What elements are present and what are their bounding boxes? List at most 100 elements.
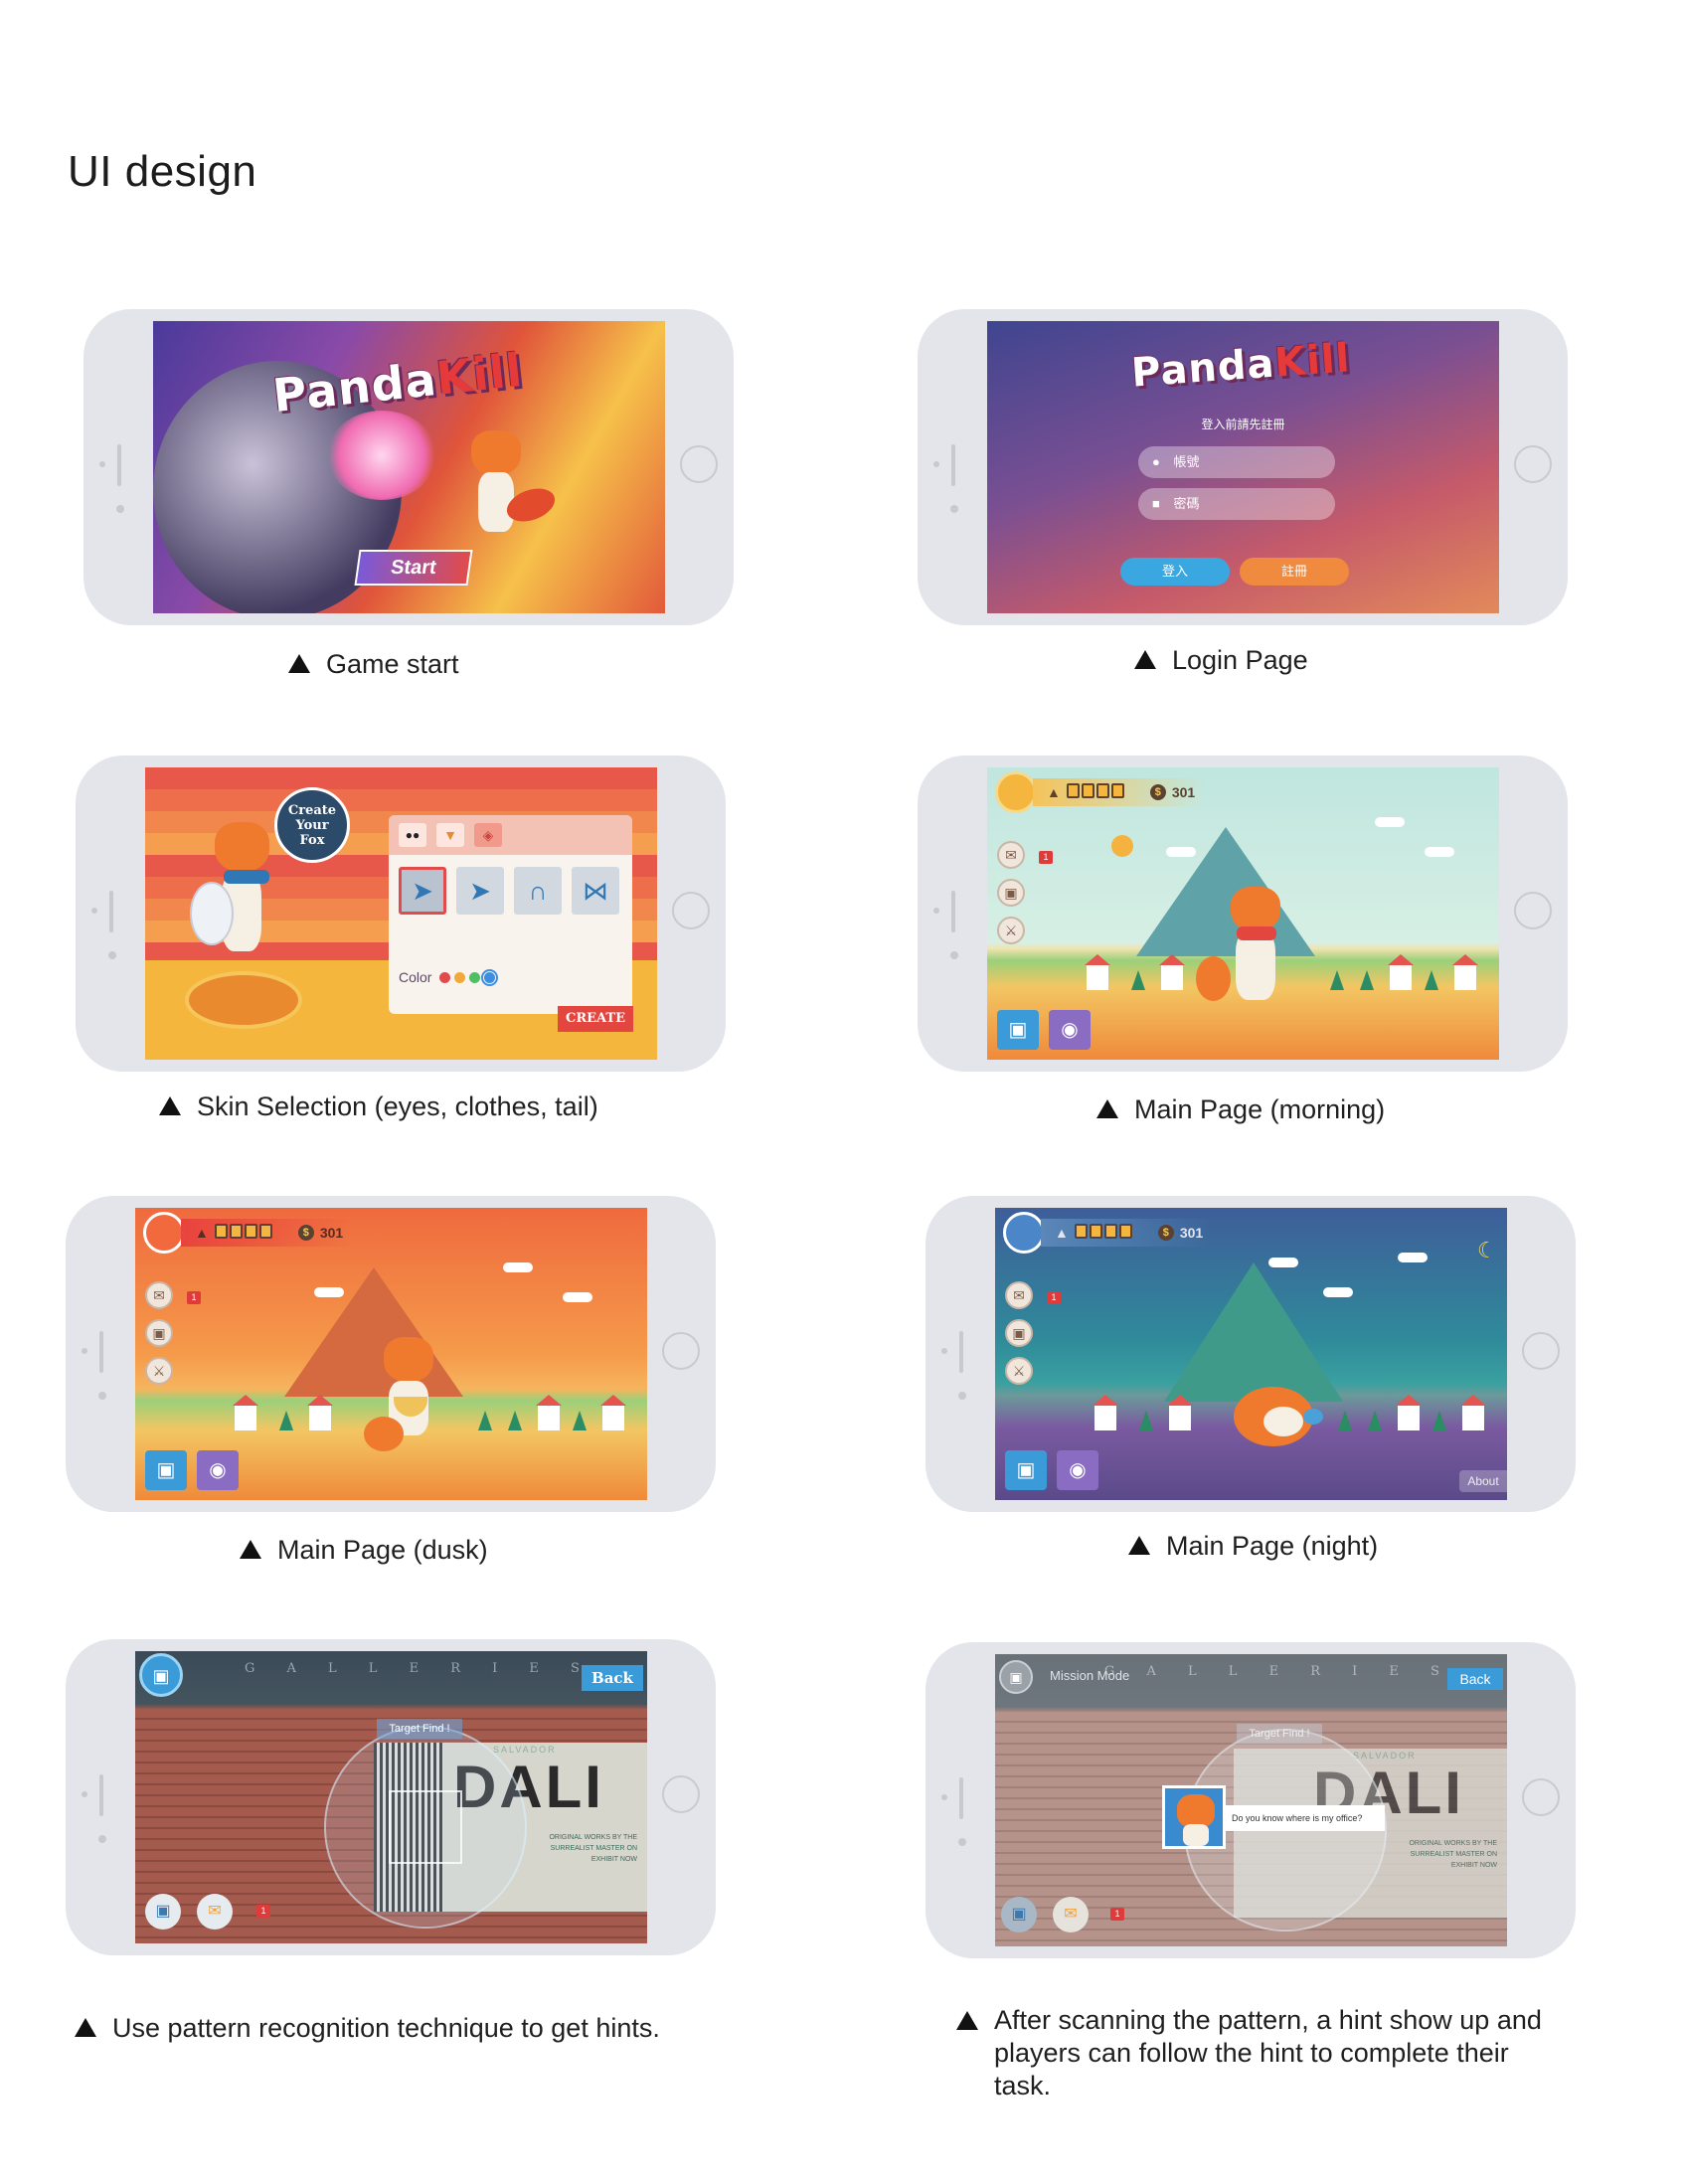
start-button[interactable]: Start [354, 550, 473, 586]
backpack-icon[interactable]: ▣ [145, 1894, 181, 1930]
register-button[interactable]: 註冊 [1240, 558, 1349, 586]
user-icon: ● [1152, 454, 1160, 469]
ar-camera-button[interactable]: ▣ [139, 1653, 183, 1697]
hint-fox-portrait [1162, 1785, 1226, 1849]
target-found-label: Target Find ! [1237, 1724, 1322, 1744]
lock-icon: ■ [1152, 496, 1160, 511]
fox-character [364, 1337, 453, 1476]
sword-icon[interactable]: ⚔ [1005, 1357, 1033, 1385]
cupcake-icon: ▲ [195, 1225, 209, 1241]
avatar[interactable] [143, 1212, 185, 1254]
phone-skin-selection: Create Your Fox ●● ▼ ◈ ➤ ➤ ∩ ⋈ Color CRE… [76, 756, 726, 1072]
phone-ar-hint: G A L L E R I E S ▣ Mission Mode Back SA… [926, 1642, 1576, 1958]
about-button[interactable]: About [1459, 1470, 1507, 1492]
home-button [1514, 445, 1552, 483]
caption-main-morning: Main Page (morning) [1096, 1093, 1385, 1126]
sword-icon[interactable]: ⚔ [145, 1357, 173, 1385]
skin-option-1[interactable]: ➤ [399, 867, 446, 915]
gallery-sign: G A L L E R I E S [245, 1661, 593, 1676]
screen-main-morning: ▲ $ 301 ✉ 1 ▣ ⚔ ▣ ◉ [987, 767, 1499, 1060]
color-swatch-4[interactable] [481, 968, 499, 986]
phone-login: PandaKill 登入前請先註冊 ● 帳號 ■ 密碼 登入 註冊 [918, 309, 1568, 625]
fox-character [466, 430, 560, 550]
category-tabs: ●● ▼ ◈ [389, 815, 632, 855]
eyes-tab[interactable]: ●● [399, 823, 426, 847]
create-button[interactable]: CREATE [558, 1006, 633, 1032]
energy-meter [1074, 1224, 1134, 1242]
username-field[interactable]: ● 帳號 [1138, 446, 1335, 478]
backpack-icon[interactable]: ▣ [145, 1319, 173, 1347]
color-swatch-2[interactable] [454, 971, 466, 983]
avatar[interactable] [1003, 1212, 1045, 1254]
backpack-icon[interactable]: ▣ [997, 879, 1025, 907]
coin-count: 301 [1171, 784, 1196, 800]
sun-icon [1111, 835, 1133, 857]
sword-icon[interactable]: ⚔ [997, 917, 1025, 944]
page-title: UI design [68, 147, 257, 196]
home-button [1522, 1778, 1560, 1816]
fox-character [190, 822, 279, 981]
mail-badge: 1 [1039, 851, 1053, 864]
password-field[interactable]: ■ 密碼 [1138, 488, 1335, 520]
camera-button[interactable]: ▣ [145, 1450, 187, 1490]
coin-icon: $ [1157, 1225, 1174, 1241]
explosion-effect [327, 411, 436, 500]
ar-camera-button[interactable]: ▣ [999, 1660, 1033, 1694]
mail-badge: 1 [256, 1905, 270, 1918]
backpack-icon[interactable]: ▣ [1005, 1319, 1033, 1347]
skin-panel: ●● ▼ ◈ ➤ ➤ ∩ ⋈ Color [389, 815, 632, 1014]
screen-login: PandaKill 登入前請先註冊 ● 帳號 ■ 密碼 登入 註冊 [987, 321, 1499, 613]
panda-button[interactable]: ◉ [1057, 1450, 1098, 1490]
mail-icon[interactable]: ✉ [197, 1894, 233, 1930]
mail-icon[interactable]: ✉ [997, 841, 1025, 869]
caption-login: Login Page [1134, 644, 1308, 677]
caption-game-start: Game start [288, 648, 459, 681]
home-button [662, 1332, 700, 1370]
start-label: Start [389, 557, 438, 579]
screen-ar-hint: G A L L E R I E S ▣ Mission Mode Back SA… [995, 1654, 1507, 1946]
color-swatch-1[interactable] [439, 971, 451, 983]
mail-icon[interactable]: ✉ [1005, 1281, 1033, 1309]
screen-main-dusk: ▲ $ 301 ✉ 1 ▣ ⚔ ▣ ◉ [135, 1208, 647, 1500]
camera-button[interactable]: ▣ [997, 1010, 1039, 1050]
coin-icon: $ [1149, 784, 1166, 800]
gallery-sign: G A L L E R I E S [1104, 1664, 1453, 1679]
game-logo: PandaKill [1129, 335, 1352, 397]
login-button[interactable]: 登入 [1120, 558, 1230, 586]
clothes-tab[interactable]: ▼ [436, 823, 464, 847]
screen-ar-pattern: G A L L E R I E S ▣ Back SALVADOR DALI O… [135, 1651, 647, 1943]
screen-main-night: ▲ $ 301 ✉ 1 ▣ ⚔ ☾ ▣ ◉ About [995, 1208, 1507, 1500]
panda-button[interactable]: ◉ [197, 1450, 239, 1490]
caption-main-night: Main Page (night) [1128, 1530, 1378, 1563]
color-row: Color [399, 968, 499, 986]
mail-icon[interactable]: ✉ [145, 1281, 173, 1309]
create-your-fox-badge: Create Your Fox [274, 787, 350, 863]
fox-character-sleeping [1224, 1367, 1333, 1456]
avatar[interactable] [995, 771, 1037, 813]
back-button[interactable]: Back [582, 1665, 643, 1691]
mission-mode-label: Mission Mode [1050, 1668, 1130, 1683]
home-button [680, 445, 718, 483]
back-button[interactable]: Back [1447, 1668, 1503, 1690]
skin-option-3[interactable]: ∩ [514, 867, 562, 915]
phone-game-start: PandaKill Start [84, 309, 734, 625]
skin-option-4[interactable]: ⋈ [572, 867, 619, 915]
backpack-icon[interactable]: ▣ [1001, 1897, 1037, 1932]
hint-bubble: Do you know where is my office? [1226, 1805, 1385, 1831]
hud: ▲ $ 301 [987, 767, 1206, 817]
panda-button[interactable]: ◉ [1049, 1010, 1091, 1050]
screen-skin-selection: Create Your Fox ●● ▼ ◈ ➤ ➤ ∩ ⋈ Color CRE… [145, 767, 657, 1060]
moon-icon: ☾ [1477, 1238, 1497, 1262]
color-swatch-3[interactable] [469, 971, 481, 983]
home-button [1514, 892, 1552, 929]
hud-bar: ▲ $ 301 [1033, 778, 1206, 806]
phone-main-night: ▲ $ 301 ✉ 1 ▣ ⚔ ☾ ▣ ◉ About [926, 1196, 1576, 1512]
tail-tab[interactable]: ◈ [474, 823, 502, 847]
camera-button[interactable]: ▣ [1005, 1450, 1047, 1490]
skin-option-2[interactable]: ➤ [456, 867, 504, 915]
scan-target [389, 1790, 462, 1864]
hud: ▲ $ 301 [135, 1208, 354, 1258]
phone-main-morning: ▲ $ 301 ✉ 1 ▣ ⚔ ▣ ◉ [918, 756, 1568, 1072]
mail-icon[interactable]: ✉ [1053, 1897, 1089, 1932]
caption-skin-selection: Skin Selection (eyes, clothes, tail) [159, 1091, 598, 1123]
